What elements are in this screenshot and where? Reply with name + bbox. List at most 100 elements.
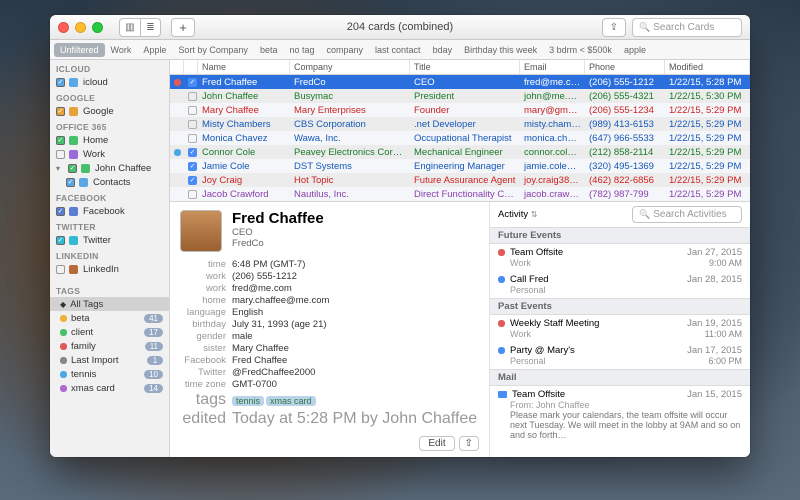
checkbox[interactable]: ✓ xyxy=(66,178,75,187)
calendar-color-icon xyxy=(69,236,78,245)
sidebar-item-john-chaffee[interactable]: ▾✓John Chaffee xyxy=(50,161,169,175)
calendar-color-icon xyxy=(69,107,78,116)
row-checkbox[interactable]: ✓ xyxy=(188,148,197,157)
table-row[interactable]: Misty ChambersCBS Corporation.net Develo… xyxy=(170,117,750,131)
checkbox[interactable]: ✓ xyxy=(56,78,65,87)
event-dot-icon xyxy=(498,276,505,283)
add-button[interactable]: + xyxy=(171,18,195,37)
filter-bday[interactable]: bday xyxy=(427,43,459,57)
activity-heading[interactable]: Activity ⇅ xyxy=(498,209,537,220)
count-badge: 41 xyxy=(144,314,163,323)
activity-item[interactable]: Weekly Staff MeetingJan 19, 2015Work11:0… xyxy=(490,315,750,342)
filter-no-tag[interactable]: no tag xyxy=(283,43,320,57)
filter-company[interactable]: company xyxy=(321,43,370,57)
filter-work[interactable]: Work xyxy=(105,43,138,57)
activity-item[interactable]: Call FredJan 28, 2015Personal xyxy=(490,271,750,298)
row-checkbox[interactable]: ✓ xyxy=(188,162,197,171)
filter-last-contact[interactable]: last contact xyxy=(369,43,427,57)
sidebar-header: OFFICE 365 xyxy=(50,118,169,133)
zoom-icon[interactable] xyxy=(92,22,103,33)
sidebar-item-google[interactable]: ✓Google xyxy=(50,104,169,118)
activity-panel: Activity ⇅ Search Activities Future Even… xyxy=(490,202,750,457)
tag-chip[interactable]: tennis xyxy=(232,396,264,406)
checkbox[interactable]: ✓ xyxy=(56,136,65,145)
activity-section-header: Past Events xyxy=(490,298,750,315)
list-icon[interactable]: ≣ xyxy=(140,19,160,36)
minimize-icon[interactable] xyxy=(75,22,86,33)
table-row[interactable]: John ChaffeeBusymacPresidentjohn@me.com(… xyxy=(170,89,750,103)
calendar-color-icon xyxy=(79,178,88,187)
checkbox[interactable]: ✓ xyxy=(56,236,65,245)
filter-birthday-this-week[interactable]: Birthday this week xyxy=(458,43,543,57)
tag-xmas-card[interactable]: xmas card14 xyxy=(50,381,169,395)
card-field: languageEnglish xyxy=(180,306,479,318)
card-share-icon[interactable]: ⇧ xyxy=(459,436,479,451)
tag-color-icon xyxy=(60,329,67,336)
table-header[interactable]: Name Company Title Email Phone Modified xyxy=(170,60,750,75)
sidebar-item-home[interactable]: ✓Home xyxy=(50,133,169,147)
checkbox[interactable] xyxy=(56,150,65,159)
share-icon[interactable]: ⇪ xyxy=(602,18,626,37)
search-activities-input[interactable]: Search Activities xyxy=(632,206,742,223)
filter-apple[interactable]: apple xyxy=(618,43,652,57)
activity-item[interactable]: Team OffsiteJan 27, 2015Work9:00 AM xyxy=(490,244,750,271)
row-checkbox[interactable] xyxy=(188,92,197,101)
table-row[interactable]: ✓Connor ColePeavey Electronics Corpor…Me… xyxy=(170,145,750,159)
sidebar-icon[interactable]: ▥ xyxy=(120,19,140,36)
view-toggle[interactable]: ▥≣ xyxy=(119,18,161,37)
row-checkbox[interactable] xyxy=(188,106,197,115)
sidebar-item-twitter[interactable]: ✓Twitter xyxy=(50,233,169,247)
activity-section-header: Mail xyxy=(490,369,750,386)
card-field: FacebookFred Chaffee xyxy=(180,354,479,366)
table-row[interactable]: Mary ChaffeeMary EnterprisesFoundermary@… xyxy=(170,103,750,117)
filter-sort-by-company[interactable]: Sort by Company xyxy=(172,43,254,57)
close-icon[interactable] xyxy=(58,22,69,33)
sidebar-item-icloud[interactable]: ✓icloud xyxy=(50,75,169,89)
calendar-color-icon xyxy=(69,207,78,216)
row-checkbox[interactable]: ✓ xyxy=(188,78,197,87)
sidebar-item-work[interactable]: Work xyxy=(50,147,169,161)
activity-section-header: Future Events xyxy=(490,227,750,244)
tag-beta[interactable]: beta41 xyxy=(50,311,169,325)
filter-beta[interactable]: beta xyxy=(254,43,284,57)
activity-item[interactable]: Party @ Mary'sJan 17, 2015Personal6:00 P… xyxy=(490,342,750,369)
disclosure-icon[interactable]: ▾ xyxy=(56,164,64,172)
mail-icon xyxy=(498,391,507,398)
table-row[interactable]: Jacob CrawfordNautilus, Inc.Direct Funct… xyxy=(170,187,750,201)
table-row[interactable]: ✓Fred ChaffeeFredCoCEOfred@me.com(206) 5… xyxy=(170,75,750,89)
sidebar-header: FACEBOOK xyxy=(50,189,169,204)
search-cards-input[interactable]: Search Cards xyxy=(632,18,742,37)
tag-all-tags[interactable]: ◆All Tags xyxy=(50,297,169,311)
tag-family[interactable]: family11 xyxy=(50,339,169,353)
checkbox[interactable]: ✓ xyxy=(68,164,77,173)
filter-unfiltered[interactable]: Unfiltered xyxy=(54,43,105,57)
card-field: sisterMary Chaffee xyxy=(180,342,479,354)
sidebar-item-facebook[interactable]: ✓Facebook xyxy=(50,204,169,218)
filter-3-bdrm-500k[interactable]: 3 bdrm < $500k xyxy=(543,43,618,57)
checkbox[interactable]: ✓ xyxy=(56,107,65,116)
tag-tennis[interactable]: tennis10 xyxy=(50,367,169,381)
tag-client[interactable]: client17 xyxy=(50,325,169,339)
edit-button[interactable]: Edit xyxy=(419,436,454,451)
window-controls xyxy=(58,22,103,33)
tag-color-icon xyxy=(60,315,67,322)
count-badge: 10 xyxy=(144,370,163,379)
contact-link[interactable]: mary.chaffee@me.com xyxy=(232,295,329,306)
table-row[interactable]: Monica ChavezWawa, Inc.Occupational Ther… xyxy=(170,131,750,145)
tag-chip[interactable]: xmas card xyxy=(266,396,316,406)
sidebar-item-linkedin[interactable]: LinkedIn xyxy=(50,262,169,276)
row-checkbox[interactable]: ✓ xyxy=(188,176,197,185)
contact-link[interactable]: fred@me.com xyxy=(232,283,292,294)
tag-last-import[interactable]: Last Import1 xyxy=(50,353,169,367)
table-row[interactable]: ✓Jamie ColeDST SystemsEngineering Manage… xyxy=(170,159,750,173)
checkbox[interactable] xyxy=(56,265,65,274)
row-checkbox[interactable] xyxy=(188,120,197,129)
table-row[interactable]: ✓Joy CraigHot TopicFuture Assurance Agen… xyxy=(170,173,750,187)
checkbox[interactable]: ✓ xyxy=(56,207,65,216)
activity-item[interactable]: Team OffsiteJan 15, 2015From: John Chaff… xyxy=(490,386,750,443)
row-checkbox[interactable] xyxy=(188,134,197,143)
row-checkbox[interactable] xyxy=(188,190,197,199)
card-field: gendermale xyxy=(180,330,479,342)
sidebar-item-contacts[interactable]: ✓Contacts xyxy=(50,175,169,189)
filter-apple[interactable]: Apple xyxy=(137,43,172,57)
